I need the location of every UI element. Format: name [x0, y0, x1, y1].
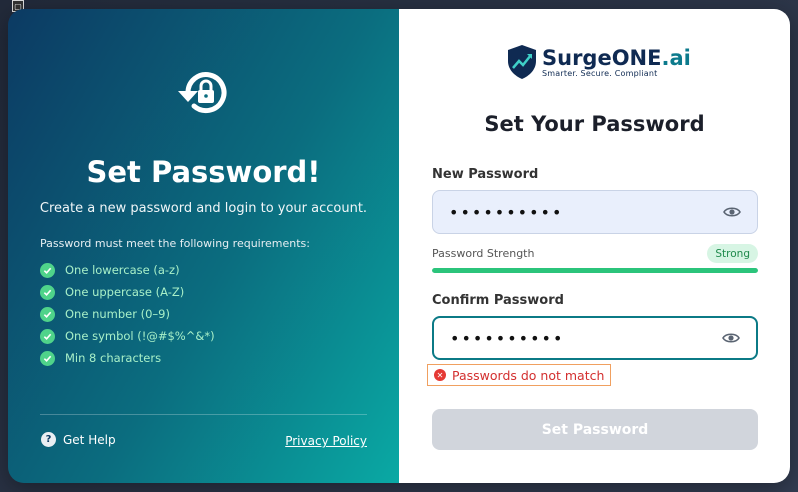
brand-name: SurgeONE.ai: [542, 45, 691, 70]
set-password-button[interactable]: Set Password: [432, 409, 758, 450]
requirement-item: One symbol (!@#$%^&*): [40, 325, 215, 347]
check-circle-icon: [40, 284, 55, 300]
confirm-password-input[interactable]: [450, 328, 722, 348]
check-circle-icon: [40, 350, 55, 366]
strength-badge: Strong: [707, 244, 758, 263]
requirement-label: Min 8 characters: [65, 351, 162, 365]
requirement-label: One lowercase (a-z): [65, 263, 180, 277]
panel-subtitle: Create a new password and login to your …: [39, 201, 368, 216]
info-panel: Set Password! Create a new password and …: [8, 9, 399, 483]
confirm-password-field[interactable]: [432, 316, 758, 360]
check-circle-icon: [40, 262, 55, 278]
new-password-label: New Password: [432, 167, 539, 182]
check-circle-icon: [40, 328, 55, 344]
brand-logo: SurgeONE.ai Smarter. Secure. Compliant: [506, 44, 691, 80]
get-help-label: Get Help: [63, 432, 116, 447]
requirement-label: One symbol (!@#$%^&*): [65, 329, 215, 343]
password-mismatch-error: ✕ Passwords do not match: [427, 364, 612, 386]
requirement-item: Min 8 characters: [40, 347, 215, 369]
new-password-input[interactable]: [449, 202, 723, 222]
password-card: Set Password! Create a new password and …: [8, 9, 790, 483]
error-circle-icon: ✕: [434, 369, 446, 381]
check-circle-icon: [40, 306, 55, 322]
panel-divider: [40, 414, 367, 415]
requirements-list: One lowercase (a-z) One uppercase (A-Z) …: [40, 259, 215, 369]
panel-title: Set Password!: [86, 155, 321, 189]
requirement-label: One number (0–9): [65, 307, 170, 321]
new-password-field[interactable]: [432, 190, 758, 234]
requirement-item: One lowercase (a-z): [40, 259, 215, 281]
requirements-title: Password must meet the following require…: [40, 237, 310, 250]
strength-label: Password Strength: [432, 247, 535, 260]
requirement-item: One number (0–9): [40, 303, 215, 325]
form-panel: SurgeONE.ai Smarter. Secure. Compliant S…: [399, 9, 790, 483]
error-message: Passwords do not match: [452, 367, 605, 383]
brand-tagline: Smarter. Secure. Compliant: [542, 68, 658, 78]
strength-bar-fill: [432, 268, 758, 273]
form-heading: Set Your Password: [484, 112, 705, 136]
eye-icon[interactable]: [722, 332, 740, 344]
question-circle-icon: ?: [41, 432, 56, 447]
eye-icon[interactable]: [723, 206, 741, 218]
strength-bar: [432, 268, 758, 273]
requirement-item: One uppercase (A-Z): [40, 281, 215, 303]
requirement-label: One uppercase (A-Z): [65, 285, 185, 299]
get-help-link[interactable]: ? Get Help: [41, 432, 116, 447]
shield-logo-icon: [508, 45, 536, 79]
confirm-password-label: Confirm Password: [432, 293, 564, 308]
lock-reset-icon: [174, 67, 232, 119]
privacy-policy-link[interactable]: Privacy Policy: [285, 434, 367, 448]
